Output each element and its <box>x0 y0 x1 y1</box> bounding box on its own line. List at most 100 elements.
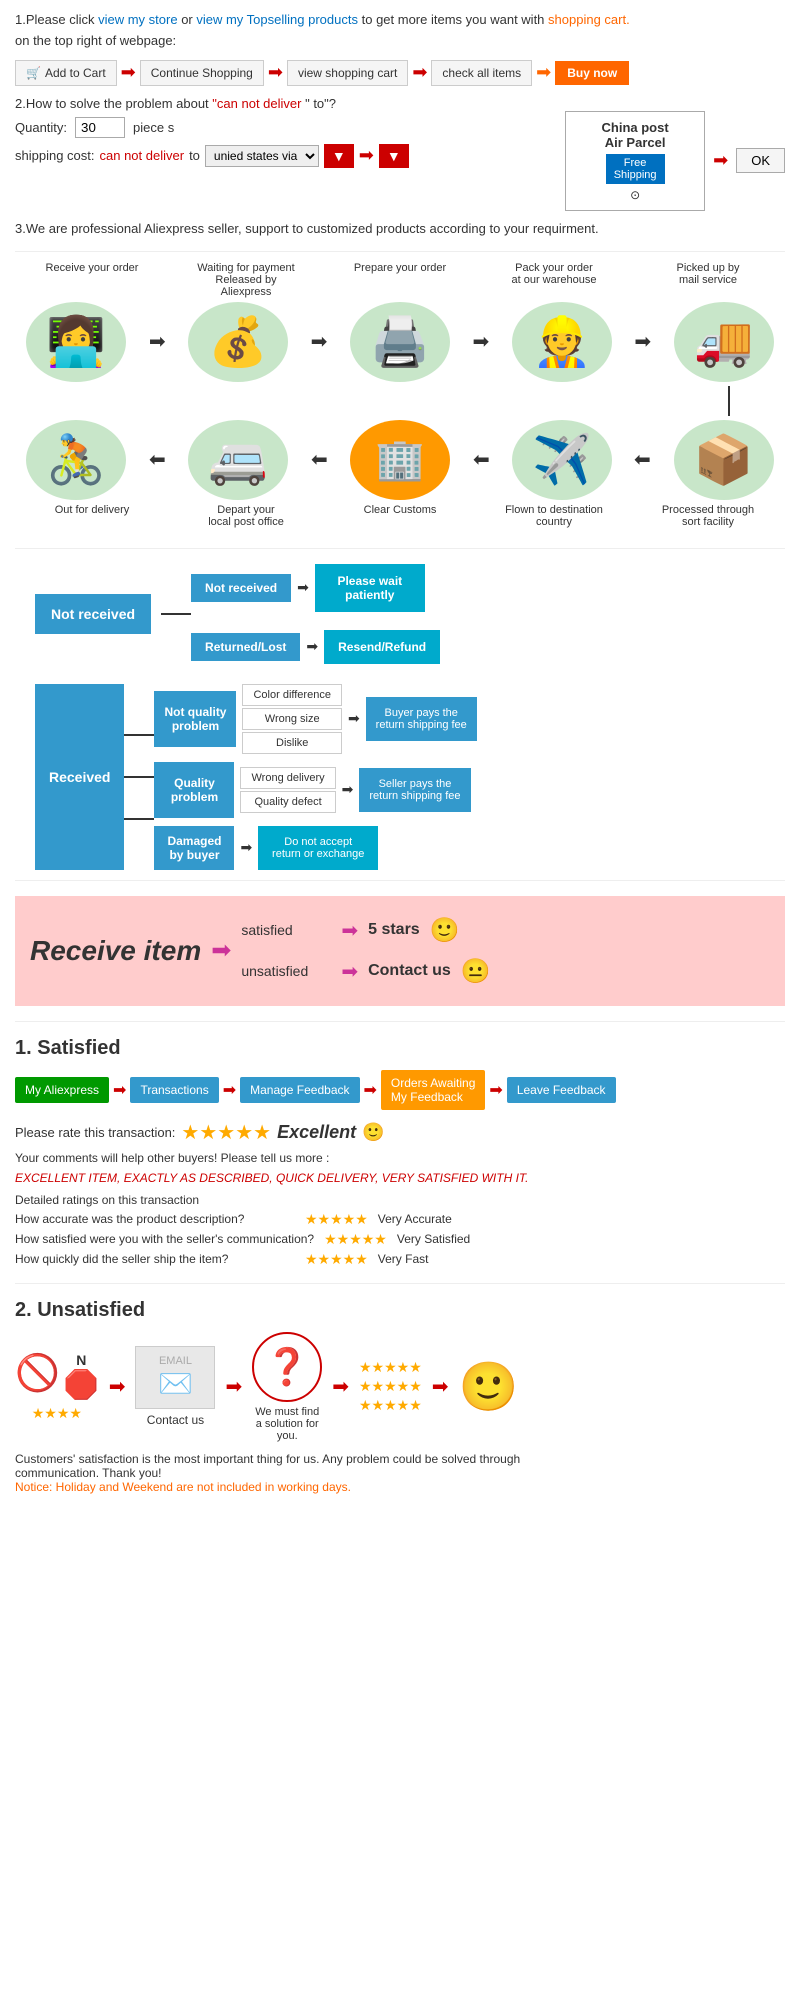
ratings-row1: How accurate was the product description… <box>15 1211 785 1228</box>
add-to-cart-btn[interactable]: 🛒 Add to Cart <box>15 60 117 86</box>
view-cart-btn[interactable]: view shopping cart <box>287 60 408 86</box>
nr-result2: Resend/Refund <box>324 630 440 664</box>
unsatisfied-title: 2. Unsatisfied <box>15 1299 785 1322</box>
label-sort: Processed throughsort facility <box>653 504 763 528</box>
pink-right: satisfied ➡ 5 stars 🙂 unsatisfied ➡ Cont… <box>241 916 490 986</box>
view-topselling-link[interactable]: view my Topselling products <box>196 12 358 27</box>
wrong-delivery: Wrong delivery <box>240 767 335 789</box>
quality-defect: Quality defect <box>240 791 335 813</box>
china-post-area: China postAir Parcel FreeShipping ⊙ ➡ OK <box>565 111 785 211</box>
receive-item-text: Receive item <box>30 935 201 967</box>
branch2-subs: Wrong delivery Quality defect <box>240 767 335 813</box>
shipping-row: shipping cost: can not deliver to unied … <box>15 144 545 168</box>
label-customs: Clear Customs <box>345 504 455 528</box>
ratings-title: Detailed ratings on this transaction <box>15 1193 785 1207</box>
quantity-row: Quantity: piece s <box>15 117 545 138</box>
icon-sort: 📦 <box>674 420 774 500</box>
color-diff: Color difference <box>242 684 341 706</box>
arrow3: ➡ <box>412 62 427 83</box>
shipping-select[interactable]: unied states via <box>205 145 319 167</box>
notice-section: Customers' satisfaction is the most impo… <box>15 1452 785 1494</box>
contact-us-label: Contact us <box>147 1413 204 1427</box>
proc-arrow2: ➡ <box>311 329 328 354</box>
shipping-arrow1: ▼ <box>324 144 354 168</box>
continue-shopping-btn[interactable]: Continue Shopping <box>140 60 264 86</box>
proc-arrow4: ➡ <box>634 329 651 354</box>
arrow1: ➡ <box>121 62 136 83</box>
ok-button[interactable]: OK <box>736 148 785 173</box>
unsat-stars-group: ★★★★★ ★★★★★ ★★★★★ <box>359 1359 422 1414</box>
section2-inner: Quantity: piece s shipping cost: can not… <box>15 111 785 211</box>
returned-lost-box: Returned/Lost <box>191 633 300 661</box>
section1: 1.Please click view my store or view my … <box>15 10 785 86</box>
icon-flight: ✈️ <box>512 420 612 500</box>
notice-text1: Customers' satisfaction is the most impo… <box>15 1452 785 1480</box>
china-post-title: China postAir Parcel <box>578 120 692 150</box>
smiley1: 🙂 <box>430 916 460 945</box>
wrong-size: Wrong size <box>242 708 341 730</box>
ratings-row2: How satisfied were you with the seller's… <box>15 1231 785 1248</box>
view-store-link[interactable]: view my store <box>98 12 177 27</box>
shipping-arrow2: ➡ <box>359 145 374 166</box>
step-manage-feedback: Manage Feedback <box>240 1077 359 1103</box>
icon-prepare: 🖨️ <box>350 302 450 382</box>
ok-arrow: ➡ <box>713 150 728 171</box>
section3-text: 3.We are professional Aliexpress seller,… <box>15 221 785 236</box>
quantity-input[interactable] <box>75 117 125 138</box>
nr-row1: Not received ➡ Please waitpatiently <box>191 564 440 612</box>
step-arr4: ➡ <box>489 1080 502 1100</box>
arrow2: ➡ <box>268 62 283 83</box>
shipping-red: can not deliver <box>100 148 185 163</box>
rec-lines <box>124 684 154 870</box>
rating-stars: ★★★★★ <box>181 1120 271 1145</box>
buyer-pays: Buyer pays thereturn shipping fee <box>366 697 477 741</box>
pink-arrow1: ➡ <box>341 918 358 943</box>
process-row1-labels: Receive your order Waiting for paymentRe… <box>15 262 785 298</box>
pink-row1: satisfied ➡ 5 stars 🙂 <box>241 916 490 945</box>
cart-icon: 🛒 <box>26 66 41 80</box>
nr-row2: Returned/Lost ➡ Resend/Refund <box>191 630 440 664</box>
unsat-arrow1: ➡ <box>109 1374 126 1399</box>
question-icon: ❓ <box>252 1332 322 1402</box>
nr-arrow2: ➡ <box>306 638 318 655</box>
excellent-text: Excellent <box>277 1122 356 1143</box>
section2-left: Quantity: piece s shipping cost: can not… <box>15 111 545 172</box>
step-leave-feedback: Leave Feedback <box>507 1077 616 1103</box>
comments-text: Your comments will help other buyers! Pl… <box>15 1151 785 1165</box>
seller-pays: Seller pays thereturn shipping fee <box>359 768 470 812</box>
not-quality-box: Not qualityproblem <box>154 691 236 747</box>
rec-branch2: Qualityproblem Wrong delivery Quality de… <box>154 762 476 818</box>
step-arr3: ➡ <box>364 1080 377 1100</box>
received-box: Received <box>35 684 124 870</box>
notice-text2: Notice: Holiday and Weekend are not incl… <box>15 1480 785 1494</box>
satisfied-title: 1. Satisfied <box>15 1037 785 1060</box>
pink-row2: unsatisfied ➡ Contact us 😐 <box>241 957 490 986</box>
nr-hline1 <box>161 613 191 615</box>
step-transactions: Transactions <box>130 1077 218 1103</box>
nr-result1: Please waitpatiently <box>315 564 425 612</box>
pink-arrow2: ➡ <box>341 959 358 984</box>
pink-arrow-main: ➡ <box>211 936 231 965</box>
icon-pack: 👷 <box>512 302 612 382</box>
unsat-row: 🚫 N 🛑 ★★★★ ➡ EMAIL ✉️ Contact us <box>15 1332 785 1442</box>
proc-arrow6: ➡ <box>473 447 490 472</box>
vert-connector <box>15 386 785 416</box>
step-my-aliexpress: My Aliexpress <box>15 1077 109 1103</box>
unsat-arrow4: ➡ <box>432 1374 449 1399</box>
process-section: Receive your order Waiting for paymentRe… <box>15 262 785 528</box>
b1-arrow: ➡ <box>348 710 360 727</box>
free-icon: ⊙ <box>578 188 692 202</box>
damaged-buyer-box: Damagedby buyer <box>154 826 234 870</box>
china-post-box: China postAir Parcel FreeShipping ⊙ <box>565 111 705 211</box>
five-stars-text: 5 stars <box>368 921 420 939</box>
steps-bar: My Aliexpress ➡ Transactions ➡ Manage Fe… <box>15 1070 785 1110</box>
check-items-btn[interactable]: check all items <box>431 60 532 86</box>
email-box: EMAIL ✉️ <box>135 1346 215 1409</box>
nr-container: Not received Not received ➡ Please waitp… <box>35 564 785 664</box>
nr-branch-top: Not received ➡ Please waitpatiently Retu… <box>161 564 440 664</box>
label-pickup: Picked up bymail service <box>653 262 763 298</box>
process-row2-icons: 📦 ➡ ✈️ ➡ 🏢 ➡ 🚐 ➡ 🚴 <box>15 420 785 500</box>
quantity-label: Quantity: <box>15 120 67 135</box>
buy-now-btn[interactable]: Buy now <box>555 61 629 85</box>
branch1-subs: Color difference Wrong size Dislike <box>242 684 341 754</box>
